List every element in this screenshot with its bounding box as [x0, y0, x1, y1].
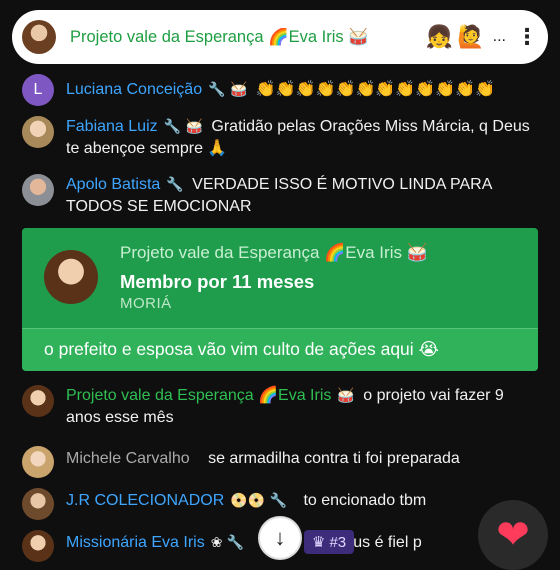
- channel-title: Projeto vale da Esperança 🌈Eva Iris 🥁: [70, 27, 369, 46]
- message-text: se armadilha contra ti foi preparada: [208, 450, 460, 467]
- crown-icon: ♛: [312, 534, 326, 551]
- reaction-emoji-1: 👧: [425, 24, 454, 50]
- author-badges: 🥁: [337, 388, 355, 404]
- avatar[interactable]: [22, 174, 54, 206]
- membership-milestone-card: Projeto vale da Esperança 🌈Eva Iris 🥁 Me…: [22, 228, 538, 371]
- avatar[interactable]: [22, 446, 54, 478]
- message-author[interactable]: J.R COLECIONADOR: [66, 492, 224, 509]
- author-badges: 🔧 🥁: [208, 82, 248, 98]
- message-author[interactable]: Missionária Eva Iris: [66, 534, 205, 551]
- chat-message: J.R COLECIONADOR 📀📀 🔧 to encionado tbm: [22, 488, 542, 520]
- author-badges: 🔧: [166, 177, 184, 193]
- more-reactions-indicator: ...: [492, 28, 506, 45]
- message-author[interactable]: Apolo Batista: [66, 176, 160, 193]
- membership-duration: Membro por 11 meses: [120, 271, 315, 292]
- avatar[interactable]: [22, 116, 54, 148]
- reaction-avatars[interactable]: 👧 🙋: [426, 25, 485, 50]
- avatar[interactable]: L: [22, 74, 54, 106]
- avatar[interactable]: [22, 530, 54, 562]
- message-author[interactable]: Projeto vale da Esperança 🌈Eva Iris: [66, 387, 331, 404]
- avatar[interactable]: [22, 488, 54, 520]
- membership-card-message: o prefeito e esposa vão vim culto de açõ…: [22, 328, 538, 371]
- membership-message-text: o prefeito e esposa vão vim culto de açõ…: [44, 339, 439, 359]
- member-name[interactable]: Projeto vale da Esperança 🌈Eva Iris 🥁: [120, 243, 428, 263]
- membership-card-header: Projeto vale da Esperança 🌈Eva Iris 🥁 Me…: [22, 228, 538, 328]
- member-avatar[interactable]: [44, 250, 98, 304]
- rank-badge[interactable]: ♛ #3: [304, 530, 355, 554]
- chat-message: Apolo Batista 🔧 VERDADE ISSO É MOTIVO LIN…: [22, 174, 542, 217]
- scroll-down-icon[interactable]: ↓: [260, 518, 300, 558]
- chat-message: Michele Carvalho se armadilha contra ti …: [22, 446, 542, 478]
- author-badges: 📀📀 🔧: [230, 493, 287, 509]
- message-author[interactable]: Michele Carvalho: [66, 450, 190, 467]
- more-options-icon[interactable]: ⋮: [516, 24, 538, 50]
- rank-label: #3: [329, 533, 347, 551]
- message-author[interactable]: Fabiana Luiz: [66, 118, 158, 135]
- message-text: to encionado tbm: [303, 492, 427, 509]
- author-badges: 🔧 🥁: [163, 119, 203, 135]
- membership-level: MORIÁ: [120, 295, 172, 312]
- author-badges: ❀ 🔧: [210, 535, 245, 551]
- heart-icon: ❤: [496, 513, 530, 557]
- chat-message: Projeto vale da Esperança 🌈Eva Iris 🥁 o p…: [22, 385, 542, 428]
- avatar[interactable]: [22, 385, 54, 417]
- chat-message: L Luciana Conceição 🔧 🥁 👏👏👏👏👏👏👏👏👏👏👏👏: [22, 74, 542, 106]
- message-text: 👏👏👏👏👏👏👏👏👏👏👏👏: [255, 79, 495, 98]
- chat-message: Fabiana Luiz 🔧 🥁 Gratidão pelas Orações M…: [22, 116, 542, 159]
- chat-header: Projeto vale da Esperança 🌈Eva Iris 🥁 👧 …: [12, 10, 548, 64]
- message-author[interactable]: Luciana Conceição: [66, 81, 202, 98]
- reaction-emoji-2: 🙋: [457, 24, 485, 50]
- channel-avatar[interactable]: [22, 20, 56, 54]
